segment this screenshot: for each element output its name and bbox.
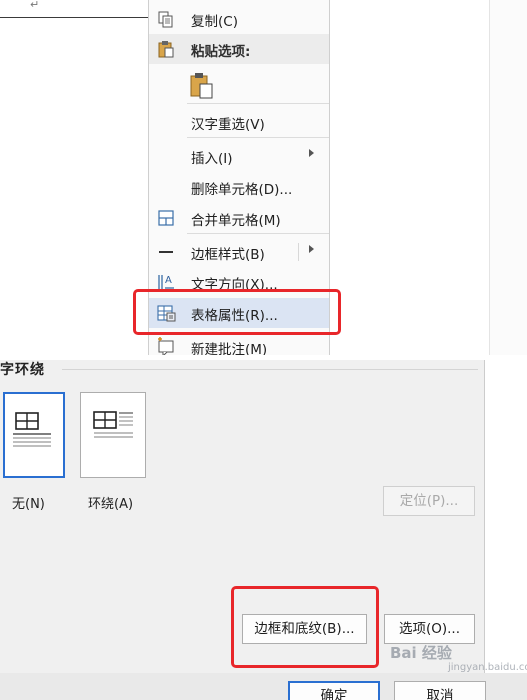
wrap-none-icon: [13, 412, 51, 447]
paste-options-header: 粘贴选项:: [149, 34, 329, 64]
menu-label: 粘贴选项:: [191, 44, 251, 60]
border-line-icon: [159, 251, 173, 253]
menu-label: 新建批注(M): [191, 342, 268, 355]
clipboard-icon: [158, 41, 174, 58]
submenu-arrow-icon: [309, 149, 314, 157]
menu-item-insert[interactable]: 插入(I): [149, 141, 329, 171]
wrap-around-icon: [93, 411, 133, 438]
baidu-watermark-url: jingyan.baidu.com: [448, 662, 527, 673]
group-divider: [62, 369, 478, 370]
menu-label: 合并单元格(M): [191, 213, 281, 229]
menu-label: 汉字重选(V): [191, 117, 265, 133]
new-comment-icon: [158, 337, 174, 355]
menu-item-new-comment[interactable]: 新建批注(M): [149, 332, 329, 355]
document-right-margin: [490, 0, 527, 355]
merge-cells-icon: [158, 210, 174, 226]
paste-keep-text-only-option[interactable]: [149, 68, 329, 102]
positioning-button[interactable]: 定位(P)...: [383, 486, 475, 516]
baidu-watermark: Bai 经验: [390, 644, 452, 662]
dialog-right-frame: [484, 360, 527, 700]
wrap-none-option[interactable]: [3, 392, 65, 478]
wrap-around-label: 环绕(A): [88, 497, 134, 512]
text-wrapping-group-title: 字环绕: [0, 362, 45, 378]
highlight-box-borders-shading: [231, 586, 379, 668]
menu-separator: [187, 233, 329, 234]
document-edge: [489, 0, 490, 355]
table-border-line: [0, 17, 150, 18]
copy-icon: [158, 11, 173, 28]
submenu-arrow-icon[interactable]: [309, 245, 314, 253]
menu-item-hanzi-reselect[interactable]: 汉字重选(V): [149, 107, 329, 137]
split-divider: [298, 243, 299, 261]
wrap-none-label: 无(N): [12, 497, 45, 512]
menu-item-copy[interactable]: 复制(C): [149, 4, 329, 34]
document-area: ↵ 复制(C) 粘贴选项: 汉字重选(V) 插入(I) 删除单元格(D)... …: [0, 0, 527, 355]
svg-text:A: A: [165, 275, 172, 286]
ok-button[interactable]: 确定: [288, 681, 380, 700]
menu-item-border-styles[interactable]: 边框样式(B): [149, 237, 329, 267]
menu-label: 删除单元格(D)...: [191, 182, 293, 198]
highlight-box-table-properties: [133, 289, 341, 335]
options-button[interactable]: 选项(O)...: [384, 614, 475, 644]
menu-item-merge-cells[interactable]: 合并单元格(M): [149, 203, 329, 233]
dialog-frame-line: [484, 360, 485, 700]
menu-item-delete-cells[interactable]: 删除单元格(D)...: [149, 172, 329, 202]
paste-text-only-icon: [190, 73, 213, 99]
menu-separator: [187, 137, 329, 138]
cancel-button[interactable]: 取消: [394, 681, 486, 700]
menu-separator: [187, 103, 329, 104]
paragraph-mark-icon: ↵: [30, 0, 40, 11]
menu-label: 插入(I): [191, 151, 233, 167]
table-properties-dialog: 字环绕 无(N) 环绕(A) 定位(P)... 边框和底纹(B)... 选项(O…: [0, 360, 527, 700]
menu-label: 复制(C): [191, 14, 238, 30]
wrap-around-option[interactable]: [80, 392, 146, 478]
menu-label: 边框样式(B): [191, 247, 265, 263]
